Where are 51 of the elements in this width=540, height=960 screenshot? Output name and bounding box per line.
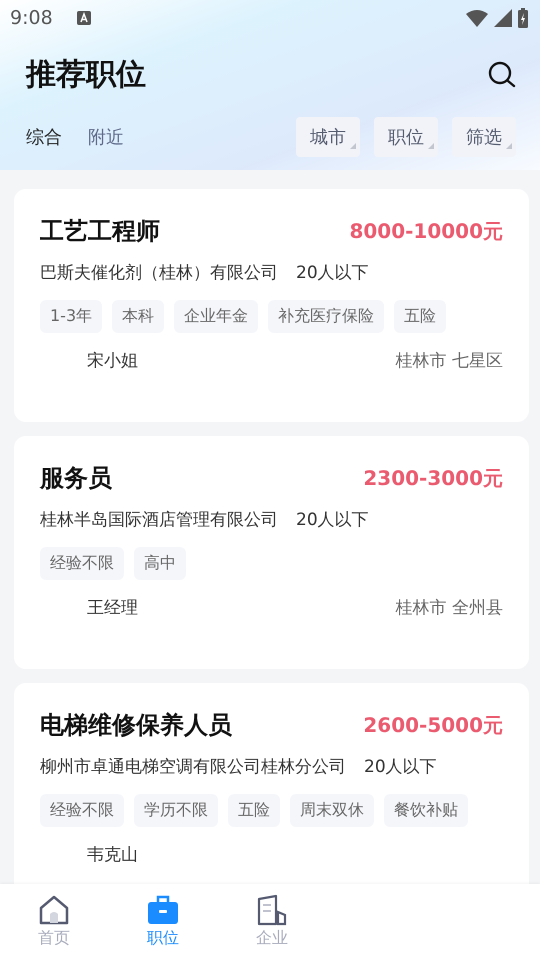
keyboard-icon [76,11,91,25]
job-location: 桂林市 七星区 [396,350,503,372]
corner-triangle-icon [428,143,434,149]
job-tag: 五险 [228,794,280,827]
filter-dropdown[interactable]: 城市 [296,117,360,157]
job-tag: 周末双休 [290,794,374,827]
filter-dropdown[interactable]: 筛选 [452,117,516,157]
company-name: 柳州市卓通电梯空调有限公司桂林分公司 [40,756,346,778]
company-name: 巴斯夫催化剂（桂林）有限公司 [40,262,278,284]
salary: 2600-5000元 [363,712,503,738]
filter-dropdown[interactable]: 职位 [374,117,438,157]
company-size: 20人以下 [296,262,369,284]
job-tag: 餐饮补贴 [384,794,468,827]
company-size: 20人以下 [364,756,437,778]
house-icon [38,894,70,926]
nav-tab[interactable]: 职位 [123,884,203,960]
sort-tab[interactable]: 附近 [88,125,124,149]
page-title: 推荐职位 [26,56,146,94]
job-card[interactable]: 服务员 2300-3000元 桂林半岛国际酒店管理有限公司 20人以下 经验不限 高中 王经理 桂林市 全州县 [14,436,529,669]
battery-icon [518,8,528,28]
contact-name: 王经理 [87,597,138,619]
status-time: 9:08 [10,7,53,29]
company-size: 20人以下 [296,509,369,531]
contact-name: 韦克山 [87,844,138,866]
job-title: 电梯维修保养人员 [40,710,232,741]
building-icon [256,894,288,926]
job-tag: 经验不限 [40,794,124,827]
wifi-icon [466,9,488,27]
job-card[interactable]: 电梯维修保养人员 2600-5000元 柳州市卓通电梯空调有限公司桂林分公司 20人以下 经验不限 学历不限 五险 周末双休 餐饮补贴 韦克山 [14,683,529,884]
job-title: 服务员 [40,463,112,494]
job-tag: 经验不限 [40,547,124,580]
job-title: 工艺工程师 [40,216,160,247]
briefcase-icon [147,894,179,926]
job-tag: 学历不限 [134,794,218,827]
job-tag: 高中 [134,547,186,580]
signal-icon [494,9,512,27]
job-tag: 企业年金 [174,300,258,333]
job-card[interactable]: 工艺工程师 8000-10000元 巴斯夫催化剂（桂林）有限公司 20人以下 1-3年 本科 企业年金 补充医疗保险 五险 宋小姐 桂林市 七星区 [14,189,529,422]
sort-tab[interactable]: 综合 [26,125,62,149]
corner-triangle-icon [506,143,512,149]
search-icon[interactable] [488,60,516,88]
job-location: 桂林市 全州县 [396,597,503,619]
job-tag: 五险 [394,300,446,333]
salary: 2300-3000元 [363,464,503,492]
job-tag: 补充医疗保险 [268,300,384,333]
company-name: 桂林半岛国际酒店管理有限公司 [40,509,278,531]
job-tag: 本科 [112,300,164,333]
contact-name: 宋小姐 [87,350,138,372]
salary: 8000-10000元 [349,218,503,244]
corner-triangle-icon [350,143,356,149]
job-tag: 1-3年 [40,300,102,333]
